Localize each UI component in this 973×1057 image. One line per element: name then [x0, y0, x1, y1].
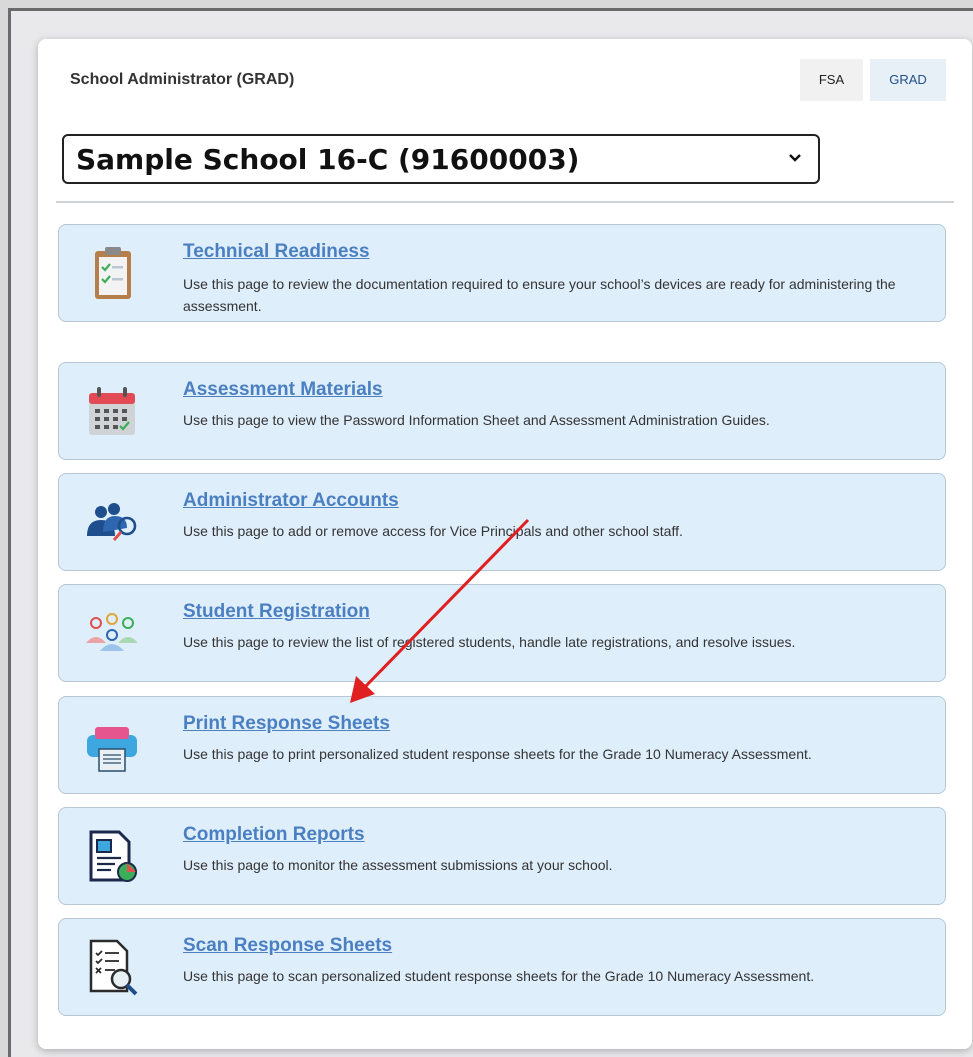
student-registration-description: Use this page to review the list of regi… — [183, 634, 796, 650]
report-chart-icon — [81, 826, 143, 888]
nav-card-assessment-materials[interactable]: Assessment Materials Use this page to vi… — [58, 362, 946, 460]
administrator-accounts-link[interactable]: Administrator Accounts — [183, 490, 399, 512]
print-response-sheets-description: Use this page to print personalized stud… — [183, 746, 812, 762]
nav-card-student-registration[interactable]: Student Registration Use this page to re… — [58, 584, 946, 682]
divider — [56, 201, 954, 203]
nav-card-administrator-accounts[interactable]: Administrator Accounts Use this page to … — [58, 473, 946, 571]
technical-readiness-description: Use this page to review the documentatio… — [183, 276, 896, 314]
chevron-down-icon — [788, 151, 802, 167]
student-registration-link[interactable]: Student Registration — [183, 601, 370, 623]
administrator-accounts-description: Use this page to add or remove access fo… — [183, 523, 683, 539]
nav-card-completion-reports[interactable]: Completion Reports Use this page to moni… — [58, 807, 946, 905]
screenshot-frame: School Administrator (GRAD) FSA GRAD Sam… — [8, 8, 973, 1057]
school-select-value: Sample School 16-C (91600003) — [76, 142, 580, 176]
grad-toggle-button[interactable]: GRAD — [870, 59, 946, 101]
role-title: School Administrator (GRAD) — [70, 71, 295, 88]
technical-readiness-link[interactable]: Technical Readiness — [183, 241, 370, 263]
completion-reports-description: Use this page to monitor the assessment … — [183, 857, 613, 873]
fsa-toggle-button[interactable]: FSA — [800, 59, 863, 101]
assessment-materials-link[interactable]: Assessment Materials — [183, 379, 383, 401]
assessment-materials-description: Use this page to view the Password Infor… — [183, 412, 770, 428]
nav-card-print-response-sheets[interactable]: Print Response Sheets Use this page to p… — [58, 696, 946, 794]
users-search-icon — [81, 492, 143, 554]
student-group-icon — [81, 603, 143, 665]
admin-panel: School Administrator (GRAD) FSA GRAD Sam… — [38, 39, 972, 1049]
document-search-icon — [81, 937, 143, 999]
print-response-sheets-link[interactable]: Print Response Sheets — [183, 713, 390, 735]
scan-response-sheets-link[interactable]: Scan Response Sheets — [183, 935, 392, 957]
calendar-icon — [81, 381, 143, 443]
nav-card-technical-readiness[interactable]: Technical Readiness Use this page to rev… — [58, 224, 946, 322]
printer-icon — [81, 715, 143, 777]
nav-card-scan-response-sheets[interactable]: Scan Response Sheets Use this page to sc… — [58, 918, 946, 1016]
scan-response-sheets-description: Use this page to scan personalized stude… — [183, 968, 815, 984]
completion-reports-link[interactable]: Completion Reports — [183, 824, 365, 846]
school-select[interactable]: Sample School 16-C (91600003) — [62, 134, 820, 184]
clipboard-checklist-icon — [81, 243, 143, 305]
